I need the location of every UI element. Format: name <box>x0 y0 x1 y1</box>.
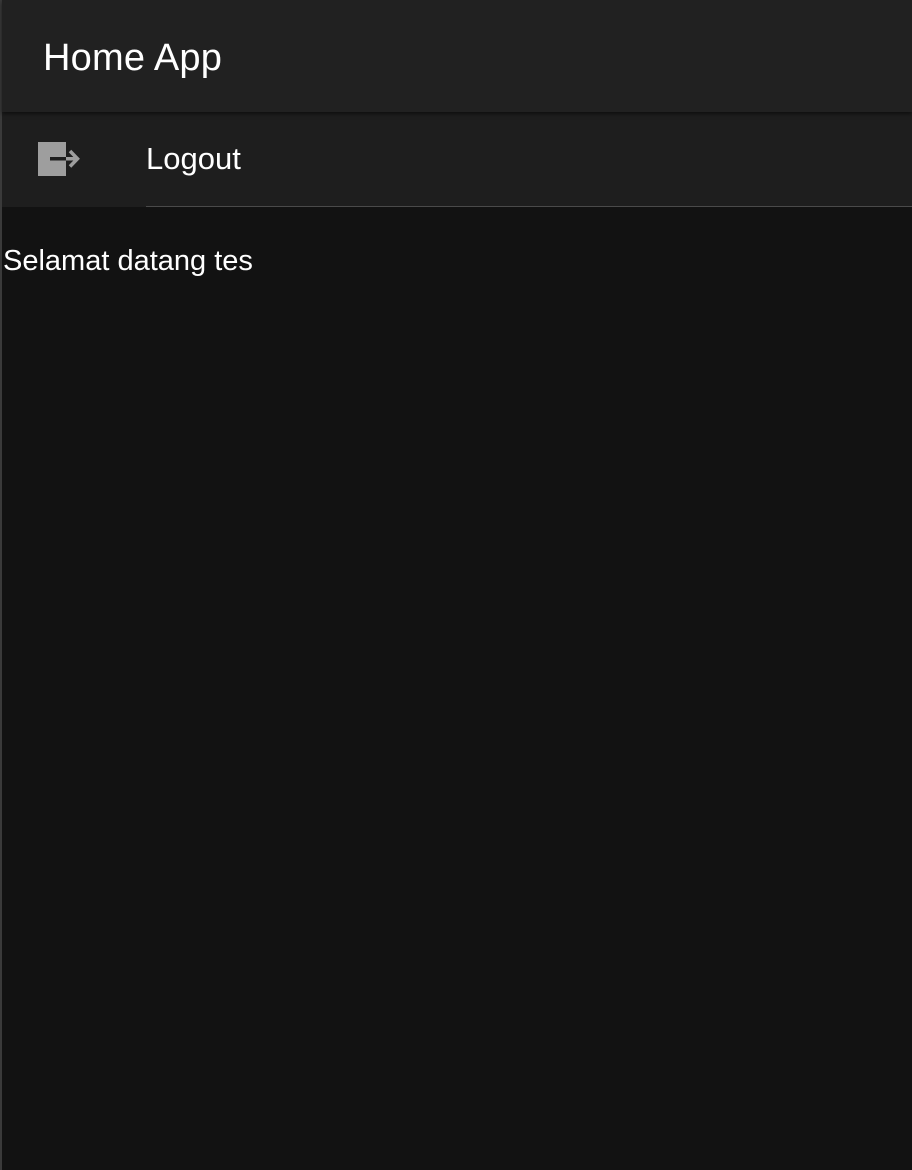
app-title: Home App <box>43 37 223 79</box>
logout-list-tile[interactable]: Logout <box>2 112 912 207</box>
app-bar: Home App <box>2 0 912 112</box>
logout-icon <box>36 140 82 178</box>
list-divider <box>146 206 912 207</box>
logout-label: Logout <box>146 141 241 176</box>
welcome-message: Selamat datang tes <box>3 245 253 277</box>
